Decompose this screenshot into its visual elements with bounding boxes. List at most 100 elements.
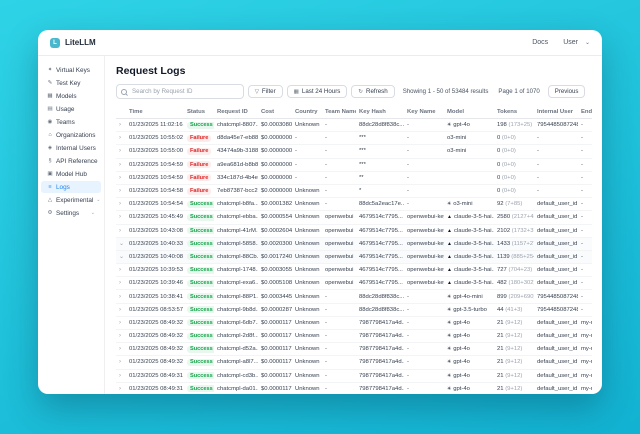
app-header: L LiteLLM Docs User ⌄ — [38, 30, 602, 56]
openai-icon: ✳ — [447, 333, 451, 339]
table-row[interactable]: ›01/23/2025 08:49:32 AMSuccesschatcmpl-a… — [116, 356, 592, 369]
model-name: claude-3-5-hai... — [454, 267, 494, 273]
table-row[interactable]: ›01/23/2025 10:38:41 AMSuccesschatcmpl-8… — [116, 290, 592, 303]
sidebar-item-settings[interactable]: ⚙Settings⌄ — [41, 207, 101, 219]
chevron-right-icon[interactable]: › — [116, 316, 126, 329]
table-row[interactable]: ›01/23/2025 10:54:54 AMSuccesschatcmpl-b… — [116, 198, 592, 211]
table-row[interactable]: ›01/23/2025 08:49:32 AMSuccesschatcmpl-2… — [116, 330, 592, 343]
cell-country: - — [292, 171, 322, 184]
sidebar-item-internal-users[interactable]: ◈Internal Users — [41, 142, 101, 154]
table-row[interactable]: ›01/23/2025 08:49:32 AMSuccesschatcmpl-d… — [116, 343, 592, 356]
sidebar-item-logs[interactable]: ≡Logs — [41, 181, 101, 193]
tokens-total: 2580 — [497, 214, 510, 220]
cell-country: Unknown — [292, 184, 322, 197]
table-row[interactable]: ›01/23/2025 10:54:58 AMFailure7eb87387-b… — [116, 184, 592, 197]
sidebar-item-models[interactable]: ▦Models — [41, 90, 101, 102]
table-row[interactable]: ›01/23/2025 08:49:31 AMSuccesschatcmpl-c… — [116, 369, 592, 382]
chevron-right-icon[interactable]: › — [116, 277, 126, 290]
docs-link[interactable]: Docs — [532, 39, 548, 46]
cell-cost: $0.0000554 — [258, 211, 292, 224]
table-row[interactable]: ›01/23/2025 11:02:16 AMSuccesschatcmpl-8… — [116, 119, 592, 132]
cell-time: 01/23/2025 10:54:59 AM — [126, 158, 184, 171]
anthropic-icon: ▲ — [447, 254, 452, 260]
sidebar-item-model-hub[interactable]: ▣Model Hub — [41, 168, 101, 180]
chevron-right-icon[interactable]: › — [116, 303, 126, 316]
cell-model: ✳gpt-4o-mini — [444, 290, 494, 303]
user-menu[interactable]: User — [563, 39, 578, 46]
search-box[interactable] — [116, 84, 244, 99]
table-row[interactable]: ›01/23/2025 10:55:00 AMFailure43474a9b-3… — [116, 145, 592, 158]
sidebar-item-experimental[interactable]: △Experimental⌄ — [41, 194, 101, 206]
cell-time: 01/23/2025 08:49:32 AM — [126, 316, 184, 329]
cell-key-name: openwebui-key-2 — [404, 277, 444, 290]
chevron-right-icon[interactable]: › — [116, 343, 126, 356]
table-row[interactable]: ›01/23/2025 08:49:31 AMSuccesschatcmpl-d… — [116, 382, 592, 394]
cell-cost: $0.0000000 — [258, 158, 292, 171]
time-range-button[interactable]: ▦ Last 24 Hours — [287, 85, 348, 98]
refresh-button[interactable]: ↻ Refresh — [351, 85, 394, 98]
model-name: o3-mini — [453, 201, 472, 207]
chevron-right-icon[interactable]: › — [116, 211, 126, 224]
cell-country: - — [292, 145, 322, 158]
sidebar-item-organizations[interactable]: ⌂Organizations — [41, 129, 101, 141]
main-content: Request Logs ▽ Filter ▦ Last 24 Hours ↻ … — [105, 56, 592, 394]
cell-status: Success — [184, 343, 214, 356]
filter-button[interactable]: ▽ Filter — [248, 85, 283, 98]
table-row[interactable]: ›01/23/2025 10:54:59 AMFailure334c187d-4… — [116, 171, 592, 184]
model-name: gpt-4o-mini — [453, 294, 482, 300]
chevron-right-icon[interactable]: › — [116, 382, 126, 394]
table-row[interactable]: ⌄01/23/2025 10:40:33 AMSuccesschatcmpl-5… — [116, 237, 592, 250]
chevron-right-icon[interactable]: › — [116, 369, 126, 382]
chevron-right-icon[interactable]: › — [116, 264, 126, 277]
sidebar-item-virtual-keys[interactable]: ✦Virtual Keys — [41, 64, 101, 76]
cell-request-id: chatcmpl-cd3b... — [214, 369, 258, 382]
sidebar-item-usage[interactable]: ▤Usage — [41, 103, 101, 115]
table-row[interactable]: ›01/23/2025 10:39:46 AMSuccesschatcmpl-e… — [116, 277, 592, 290]
cell-request-id: chatcmpl-41rM... — [214, 224, 258, 237]
table-row[interactable]: ›01/23/2025 10:39:53 AMSuccesschatcmpl-1… — [116, 264, 592, 277]
cell-request-id: 334c187d-4b4e... — [214, 171, 258, 184]
previous-page-button[interactable]: Previous — [548, 85, 586, 98]
chevron-right-icon[interactable]: › — [116, 290, 126, 303]
cell-internal-user: default_user_id — [534, 277, 578, 290]
openai-icon: ✳ — [447, 320, 451, 326]
chevron-right-icon[interactable]: › — [116, 119, 126, 132]
test-key-icon: ✎ — [47, 80, 53, 86]
table-row[interactable]: ›01/23/2025 10:55:02 AMFailured8da45e7-e… — [116, 132, 592, 145]
chevron-right-icon[interactable]: › — [116, 224, 126, 237]
chevron-down-icon[interactable]: ⌄ — [116, 237, 126, 250]
model-name: claude-3-5-hai... — [454, 241, 494, 247]
chevron-right-icon[interactable]: › — [116, 356, 126, 369]
sidebar-item-test-key[interactable]: ✎Test Key — [41, 77, 101, 89]
table-row[interactable]: ›01/23/2025 10:54:59 AMFailurea9ea681d-b… — [116, 158, 592, 171]
chevron-right-icon[interactable]: › — [116, 145, 126, 158]
table-row[interactable]: ›01/23/2025 10:43:08 AMSuccesschatcmpl-4… — [116, 224, 592, 237]
chevron-right-icon[interactable]: › — [116, 158, 126, 171]
sidebar-item-teams[interactable]: ◉Teams — [41, 116, 101, 128]
tokens-detail: (173+25) — [507, 122, 532, 128]
chevron-down-icon[interactable]: ⌄ — [116, 250, 126, 263]
cell-key-hash: 7987798417a4d... — [356, 316, 404, 329]
table-row[interactable]: ⌄01/23/2025 10:40:08 AMSuccesschatcmpl-8… — [116, 250, 592, 263]
chevron-right-icon[interactable]: › — [116, 171, 126, 184]
search-icon — [121, 89, 127, 95]
tokens-detail: (885+254) — [510, 254, 534, 260]
cell-status: Success — [184, 303, 214, 316]
cell-tokens: 0 (0+0) — [494, 171, 534, 184]
cell-status: Success — [184, 316, 214, 329]
cell-internal-user: default_user_id — [534, 211, 578, 224]
chevron-right-icon[interactable]: › — [116, 184, 126, 197]
table-row[interactable]: ›01/23/2025 10:45:49 AMSuccesschatcmpl-e… — [116, 211, 592, 224]
chevron-right-icon[interactable]: › — [116, 132, 126, 145]
table-row[interactable]: ›01/23/2025 08:53:57 AMSuccesschatcmpl-9… — [116, 303, 592, 316]
cell-model — [444, 171, 494, 184]
search-input[interactable] — [130, 87, 239, 96]
chevron-right-icon[interactable]: › — [116, 330, 126, 343]
cell-cost: $0.0000287 — [258, 303, 292, 316]
chevron-right-icon[interactable]: › — [116, 198, 126, 211]
refresh-icon: ↻ — [358, 89, 363, 95]
sidebar-item-api-reference[interactable]: §API Reference — [41, 155, 101, 167]
table-row[interactable]: ›01/23/2025 08:49:32 AMSuccesschatcmpl-6… — [116, 316, 592, 329]
column-header: End User — [578, 106, 592, 119]
cell-end-user: my-new-end-user-7 — [578, 382, 592, 394]
